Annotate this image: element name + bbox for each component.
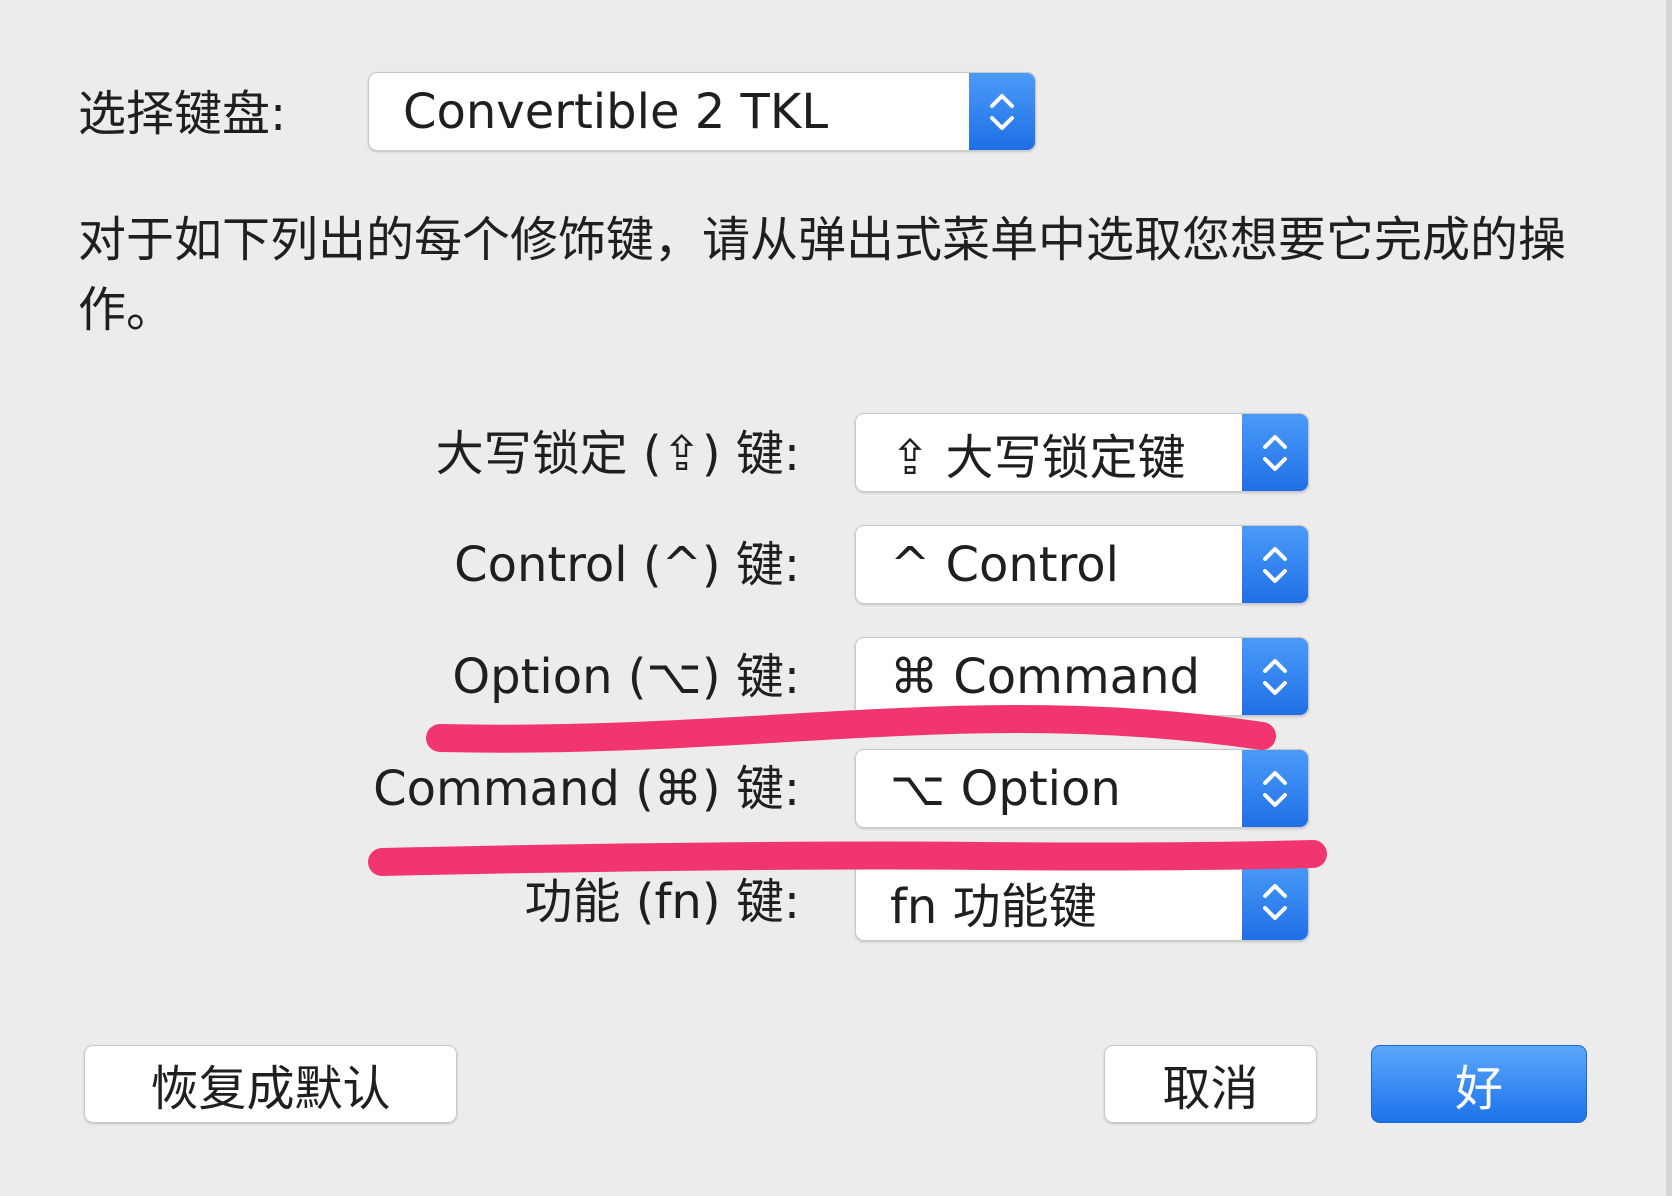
highlight-underline-command: [368, 840, 1327, 876]
keyboard-select-popup[interactable]: Convertible 2 TKL: [368, 72, 1036, 151]
option-action-value: ⌘ Command: [890, 648, 1200, 705]
highlight-underline-option: [426, 704, 1276, 753]
fn-key-label: 功能 (fn) 键:: [524, 874, 800, 930]
cancel-button[interactable]: 取消: [1104, 1045, 1317, 1123]
command-action-popup[interactable]: ⌥ Option: [855, 749, 1309, 828]
select-keyboard-label: 选择键盘:: [78, 86, 287, 142]
ok-button[interactable]: 好: [1371, 1045, 1587, 1123]
command-key-label: Command (⌘) 键:: [373, 761, 800, 817]
caps-lock-key-label: 大写锁定 (⇪) 键:: [435, 426, 800, 482]
cancel-label: 取消: [1162, 1061, 1259, 1117]
fn-action-popup[interactable]: fn 功能键: [855, 862, 1309, 941]
keyboard-select-value: Convertible 2 TKL: [403, 83, 829, 140]
chevron-up-down-icon: [969, 73, 1035, 150]
chevron-up-down-icon: [1242, 638, 1308, 715]
highlight-annotation: [368, 704, 1327, 876]
command-action-value: ⌥ Option: [890, 760, 1121, 817]
restore-defaults-button[interactable]: 恢复成默认: [84, 1045, 457, 1123]
chevron-up-down-icon: [1242, 750, 1308, 827]
control-action-value: ^ Control: [890, 536, 1119, 593]
control-key-label: Control (^) 键:: [454, 537, 800, 593]
fn-action-value: fn 功能键: [890, 878, 1097, 935]
restore-defaults-label: 恢复成默认: [150, 1061, 391, 1117]
ok-label: 好: [1454, 1061, 1503, 1117]
caps-lock-action-value: ⇪ 大写锁定键: [890, 429, 1186, 486]
chevron-up-down-icon: [1242, 526, 1308, 603]
control-action-popup[interactable]: ^ Control: [855, 525, 1309, 604]
chevron-up-down-icon: [1242, 863, 1308, 940]
instruction-text: 对于如下列出的每个修饰键，请从弹出式菜单中选取您想要它完成的操作。: [78, 212, 1567, 338]
chevron-up-down-icon: [1242, 414, 1308, 491]
window-edge: [1666, 0, 1672, 1196]
option-action-popup[interactable]: ⌘ Command: [855, 637, 1309, 716]
option-key-label: Option (⌥) 键:: [452, 649, 800, 705]
caps-lock-action-popup[interactable]: ⇪ 大写锁定键: [855, 413, 1309, 492]
